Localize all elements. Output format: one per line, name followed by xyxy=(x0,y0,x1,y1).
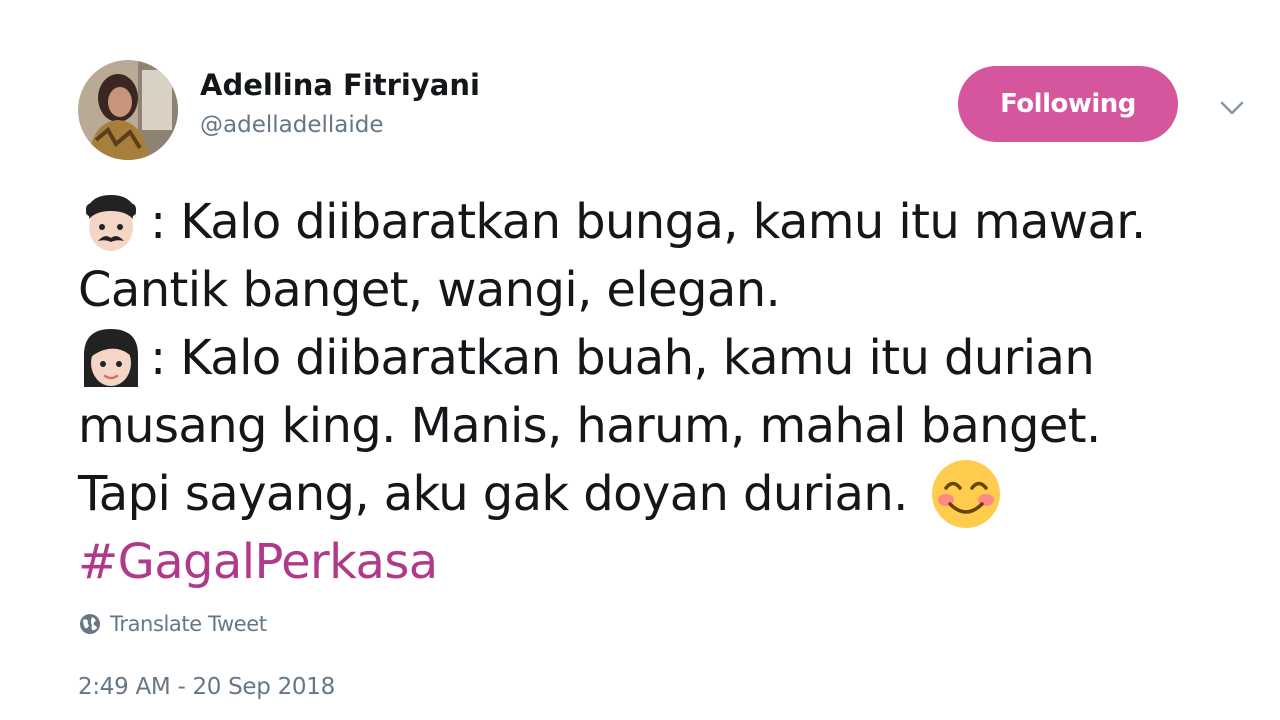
smiling-face-emoji xyxy=(930,458,1002,530)
translate-tweet-label: Translate Tweet xyxy=(110,612,267,636)
tweet-line: #GagalPerkasa xyxy=(78,528,1258,596)
tweet-line-text: Cantik banget, wangi, elegan. xyxy=(78,262,781,318)
tweet-line-text: : Kalo diibaratkan buah, kamu itu durian xyxy=(150,330,1095,386)
tweet-line: musang king. Manis, harum, mahal banget. xyxy=(78,392,1258,460)
tweet-line-text: musang king. Manis, harum, mahal banget. xyxy=(78,398,1101,454)
tweet-line: : Kalo diibaratkan buah, kamu itu durian xyxy=(78,324,1258,392)
avatar[interactable] xyxy=(78,60,178,160)
following-button[interactable]: Following xyxy=(958,66,1178,142)
tweet-line: Tapi sayang, aku gak doyan durian. xyxy=(78,460,1258,528)
tweet-line-text: : Kalo diibaratkan bunga, kamu itu mawar… xyxy=(150,194,1146,250)
globe-icon xyxy=(80,614,100,634)
tweet-line: : Kalo diibaratkan bunga, kamu itu mawar… xyxy=(78,188,1258,256)
hashtag-link[interactable]: #GagalPerkasa xyxy=(78,528,438,596)
man-mustache-emoji xyxy=(78,189,144,255)
tweet-timestamp[interactable]: 2:49 AM - 20 Sep 2018 xyxy=(78,674,335,700)
user-handle[interactable]: @adelladellaide xyxy=(200,108,480,142)
chevron-down-icon[interactable] xyxy=(1216,96,1248,120)
tweet-card: Adellina Fitriyani @adelladellaide Follo… xyxy=(0,0,1280,720)
tweet-text: : Kalo diibaratkan bunga, kamu itu mawar… xyxy=(78,188,1258,596)
tweet-line-text: Tapi sayang, aku gak doyan durian. xyxy=(78,466,908,522)
translate-tweet-link[interactable]: Translate Tweet xyxy=(78,612,267,636)
display-name[interactable]: Adellina Fitriyani xyxy=(200,66,480,104)
tweet-line: Cantik banget, wangi, elegan. xyxy=(78,256,1258,324)
woman-emoji xyxy=(78,325,144,391)
